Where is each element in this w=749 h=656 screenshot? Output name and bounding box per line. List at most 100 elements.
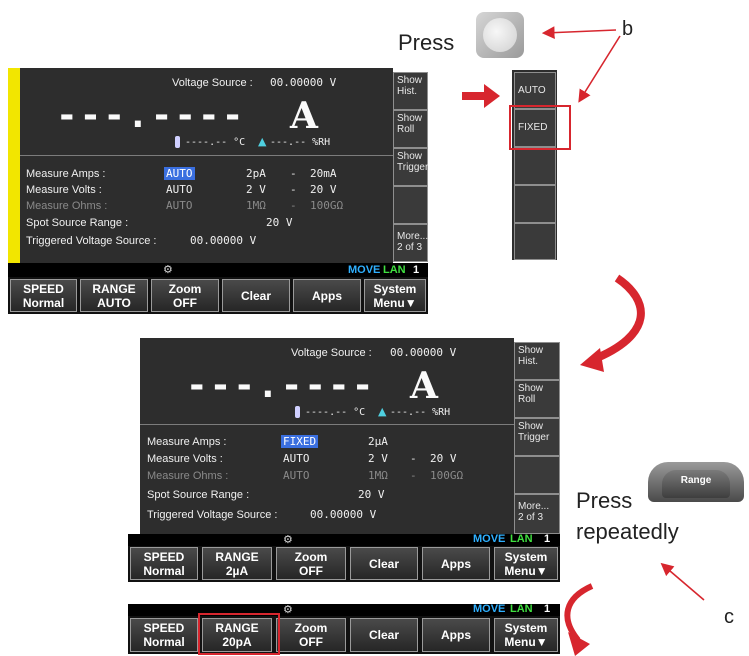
reading-unit: A	[290, 95, 320, 137]
status-lan: LAN	[510, 533, 533, 545]
status-lan: LAN	[383, 264, 406, 276]
callout-c: c	[724, 606, 734, 628]
measure-volts-mode: AUTO	[283, 452, 310, 465]
softkey-speed-l2: Normal	[143, 635, 185, 649]
status-number: 1	[544, 533, 551, 545]
side-key-more[interactable]: More... 2 of 3	[514, 494, 560, 534]
softkey-system-menu[interactable]: System Menu▼	[364, 279, 426, 312]
status-number: 1	[413, 264, 420, 276]
humidity-icon: ▲	[378, 405, 387, 418]
softkey-zoom-l1: Zoom	[168, 281, 202, 296]
thermometer-icon	[295, 406, 300, 418]
measure-amps-mode[interactable]: AUTO	[164, 167, 195, 180]
triggered-voltage-value: 00.00000 V	[190, 234, 257, 247]
measure-ohms-dash: -	[290, 199, 297, 212]
measure-ohms-mode: AUTO	[283, 469, 310, 482]
measure-amps-range: 2µA	[368, 435, 388, 448]
temperature-value: ----.-- °C	[305, 407, 366, 418]
lan-plug-icon: ⚙	[283, 533, 293, 546]
humidity-icon: ▲	[258, 135, 267, 148]
side-key-empty[interactable]	[393, 186, 428, 224]
softkey-zoom-l2: OFF	[299, 635, 323, 649]
spot-source-range-value: 20 V	[266, 216, 293, 229]
voltage-source-value: 00.00000 V	[270, 76, 337, 89]
softkey-system-l1: System	[504, 549, 548, 564]
menu-item-auto[interactable]: AUTO	[514, 72, 556, 109]
spot-source-range-label: Spot Source Range :	[26, 217, 129, 229]
side-key-empty[interactable]	[514, 456, 560, 494]
menu-item-empty-5[interactable]	[514, 223, 556, 260]
softkey-clear-l1: Clear	[368, 556, 400, 571]
softkey-clear[interactable]: Clear	[350, 618, 418, 652]
measure-volts-min: 2 V	[368, 452, 388, 465]
softkey-zoom-l1: Zoom	[294, 621, 328, 635]
softkey-speed[interactable]: SPEED Normal	[10, 279, 77, 312]
softkey-apps[interactable]: Apps	[293, 279, 361, 312]
softkey-speed[interactable]: SPEED Normal	[130, 547, 198, 580]
softkey-speed[interactable]: SPEED Normal	[130, 618, 198, 652]
side-key-show-hist[interactable]: Show Hist.	[393, 72, 428, 110]
status-number: 1	[544, 603, 551, 615]
softkey-range[interactable]: RANGE 2µA	[202, 547, 272, 580]
measure-amps-min: 2pA	[246, 167, 266, 180]
softkey-system-menu[interactable]: System Menu▼	[494, 618, 558, 652]
softkey-zoom[interactable]: Zoom OFF	[276, 547, 346, 580]
side-key-show-roll[interactable]: Show Roll	[514, 380, 560, 418]
panel1-screen: Voltage Source : 00.00000 V ---.---- A -…	[20, 68, 393, 263]
softkey-clear[interactable]: Clear	[350, 547, 418, 580]
press-label-2: Press	[576, 488, 633, 513]
softkey-speed-l2: Normal	[22, 295, 65, 310]
humidity-value: ---.-- %RH	[270, 137, 331, 148]
side-key-show-trigger[interactable]: Show Trigger	[514, 418, 560, 456]
measure-ohms-min: 1MΩ	[246, 199, 266, 212]
divider	[20, 155, 393, 156]
panel1-yellow-bar	[8, 68, 20, 263]
fixed-highlight-box	[509, 105, 571, 150]
side-key-show-hist[interactable]: Show Hist.	[514, 342, 560, 380]
measure-amps-label: Measure Amps :	[147, 436, 227, 448]
softkey-zoom-l2: OFF	[173, 295, 197, 310]
softkey-range-l1: RANGE	[215, 549, 259, 564]
spot-source-range-value: 20 V	[358, 488, 385, 501]
range-key-icon: Range	[648, 462, 744, 502]
softkey-range-l2: 2µA	[225, 563, 249, 578]
side-key-show-roll[interactable]: Show Roll	[393, 110, 428, 148]
status-move: MOVE	[473, 603, 506, 615]
softkey-apps[interactable]: Apps	[422, 618, 490, 652]
measure-volts-label: Measure Volts :	[147, 453, 223, 465]
softkey-clear-l1: Clear	[240, 288, 272, 303]
softkey-apps-l1: Apps	[441, 628, 471, 642]
side-key-more[interactable]: More... 2 of 3	[393, 224, 428, 262]
measure-ohms-label: Measure Ohms :	[26, 200, 108, 212]
softkey-speed-l1: SPEED	[143, 621, 185, 635]
lan-plug-icon: ⚙	[163, 263, 173, 276]
voltage-source-label: Voltage Source :	[172, 77, 253, 89]
softkey-range[interactable]: RANGE AUTO	[80, 279, 148, 312]
voltage-source-label: Voltage Source :	[291, 347, 372, 359]
measure-ohms-min: 1MΩ	[368, 469, 388, 482]
range-key-label: Range	[662, 470, 730, 498]
measure-amps-mode[interactable]: FIXED	[281, 435, 319, 448]
status-lan: LAN	[510, 603, 533, 615]
reading-value: ---.----	[186, 365, 376, 406]
softkey-clear-l1: Clear	[368, 628, 400, 642]
menu-item-empty-3[interactable]	[514, 147, 556, 185]
menu-item-empty-4[interactable]	[514, 185, 556, 223]
panel2-screen: Voltage Source : 00.00000 V ---.---- A -…	[140, 338, 514, 534]
softkey-speed-l1: SPEED	[23, 281, 64, 296]
measure-ohms-mode: AUTO	[166, 199, 193, 212]
voltage-source-value: 00.00000 V	[390, 346, 457, 359]
softkey-zoom-l1: Zoom	[294, 549, 328, 564]
softkey-zoom[interactable]: Zoom OFF	[151, 279, 219, 312]
measure-volts-label: Measure Volts :	[26, 184, 102, 196]
softkey-system-menu[interactable]: System Menu▼	[494, 547, 558, 580]
softkey-clear[interactable]: Clear	[222, 279, 290, 312]
measure-amps-label: Measure Amps :	[26, 168, 106, 180]
softkey-zoom[interactable]: Zoom OFF	[276, 618, 346, 652]
softkey-apps[interactable]: Apps	[422, 547, 490, 580]
softkey-range-l1: RANGE	[92, 281, 136, 296]
side-key-show-trigger[interactable]: Show Trigger	[393, 148, 428, 186]
measure-volts-max: 20 V	[430, 452, 457, 465]
softkey-speed-l2: Normal	[143, 563, 185, 578]
softkey-system-l2: Menu▼	[373, 295, 417, 310]
